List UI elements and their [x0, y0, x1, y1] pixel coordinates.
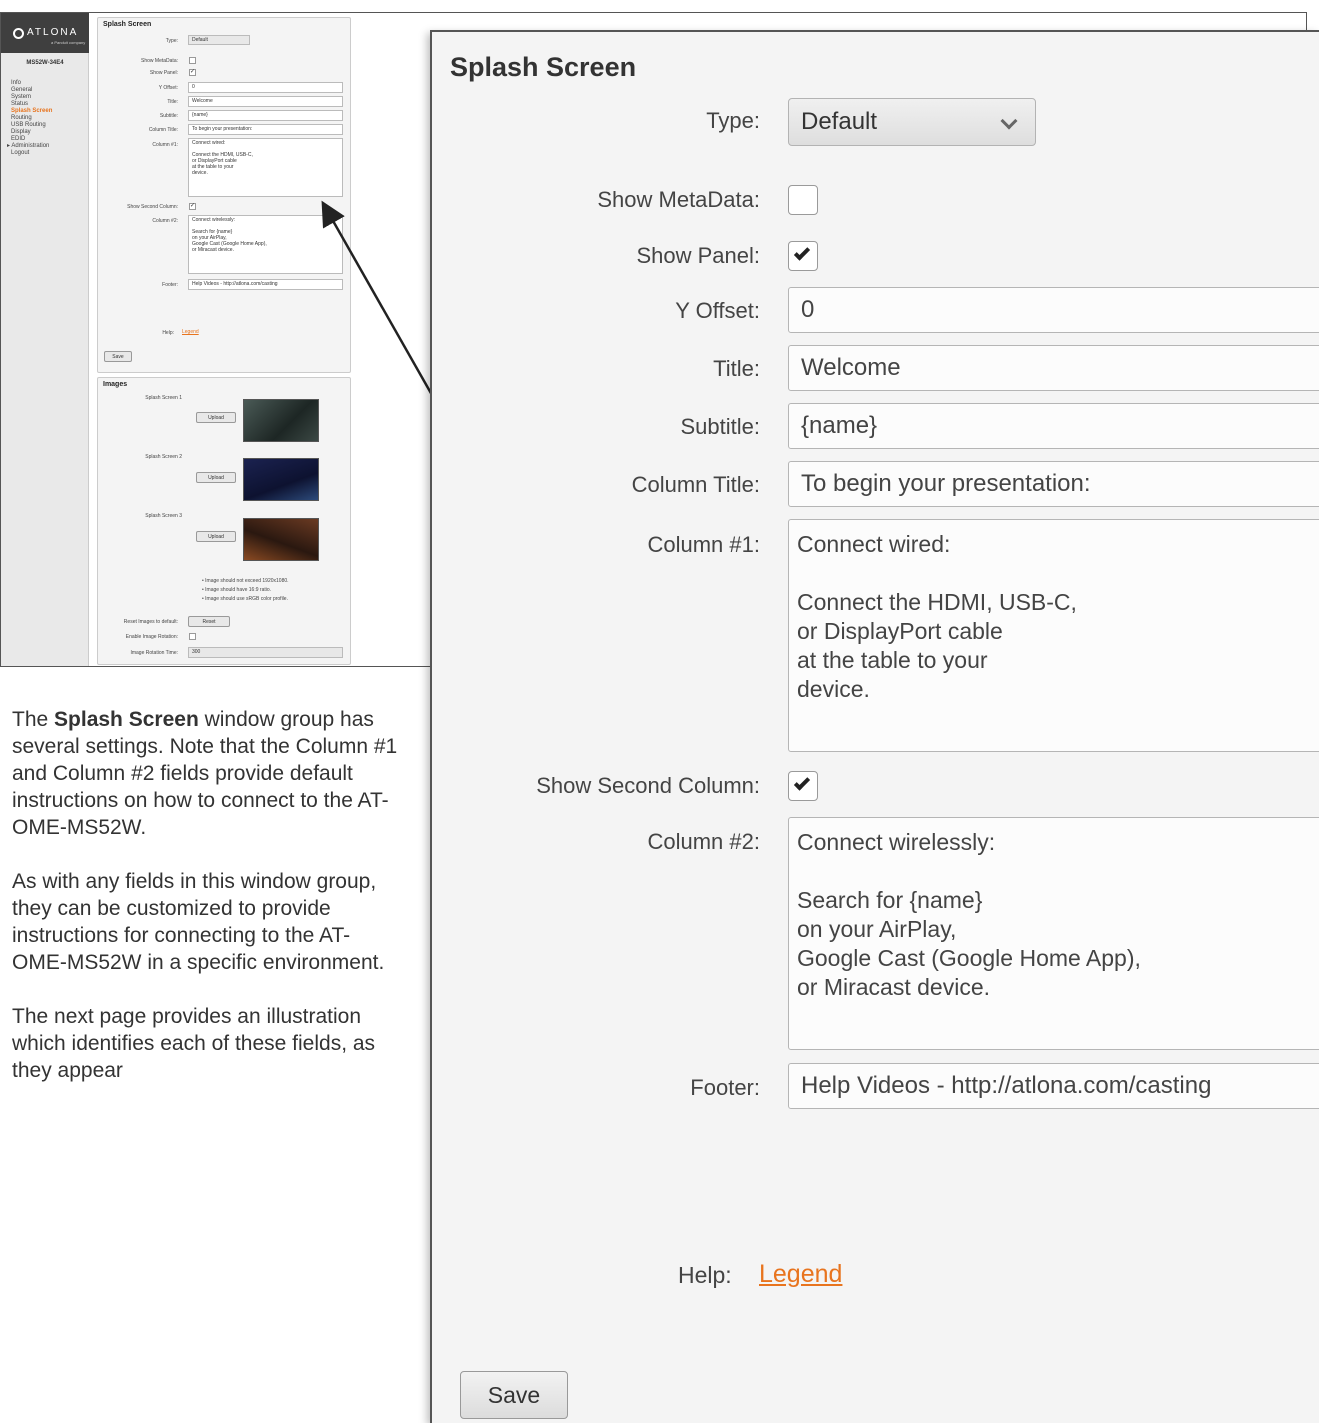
column-title-label: Column Title:: [631, 472, 760, 497]
description: The Splash Screen window group has sever…: [12, 706, 402, 1111]
y-offset-input[interactable]: 0: [788, 287, 1319, 333]
type-select[interactable]: Default: [788, 98, 1036, 146]
panel-title: Splash Screen: [450, 52, 637, 82]
column-title-input[interactable]: To begin your presentation:: [788, 461, 1319, 507]
title-input[interactable]: Welcome: [788, 345, 1319, 391]
description-paragraph-2: As with any fields in this window group,…: [12, 870, 385, 974]
checkmark-icon: [793, 774, 811, 791]
help-label: Help:: [678, 1262, 732, 1288]
type-label: Type:: [706, 108, 760, 133]
subtitle-label: Subtitle:: [680, 414, 761, 439]
y-offset-label: Y Offset:: [675, 298, 760, 323]
description-paragraph-1: The Splash Screen window group has sever…: [12, 706, 402, 841]
show-metadata-label: Show MetaData:: [597, 187, 760, 212]
save-button[interactable]: Save: [460, 1371, 568, 1419]
description-text: The: [12, 708, 55, 731]
show-metadata-checkbox[interactable]: [788, 185, 818, 215]
column1-label: Column #1:: [647, 532, 760, 557]
arrow-line: [321, 200, 434, 396]
show-panel-checkbox[interactable]: [788, 241, 818, 271]
show-panel-label: Show Panel:: [636, 243, 760, 268]
show-second-column-checkbox[interactable]: [788, 771, 818, 801]
footer-label: Footer:: [690, 1075, 760, 1100]
column2-label: Column #2:: [647, 829, 760, 854]
legend-link[interactable]: Legend: [759, 1260, 842, 1289]
footer-input[interactable]: Help Videos - http://atlona.com/casting: [788, 1063, 1319, 1109]
chevron-down-icon: [1000, 112, 1018, 130]
column2-textarea[interactable]: Connect wirelessly: Search for {name} on…: [788, 817, 1319, 1050]
column1-textarea[interactable]: Connect wired: Connect the HDMI, USB-C, …: [788, 519, 1319, 752]
type-select-value: Default: [801, 108, 878, 135]
description-paragraph-3: The next page provides an illustration w…: [12, 1005, 376, 1082]
subtitle-input[interactable]: {name}: [788, 403, 1319, 449]
description-bold-term: Splash Screen: [54, 708, 199, 731]
checkmark-icon: [793, 244, 811, 261]
title-label: Title:: [713, 356, 760, 381]
show-second-column-label: Show Second Column:: [536, 773, 760, 798]
splash-screen-panel: Splash Screen Type: Default Show MetaDat…: [430, 30, 1319, 1423]
